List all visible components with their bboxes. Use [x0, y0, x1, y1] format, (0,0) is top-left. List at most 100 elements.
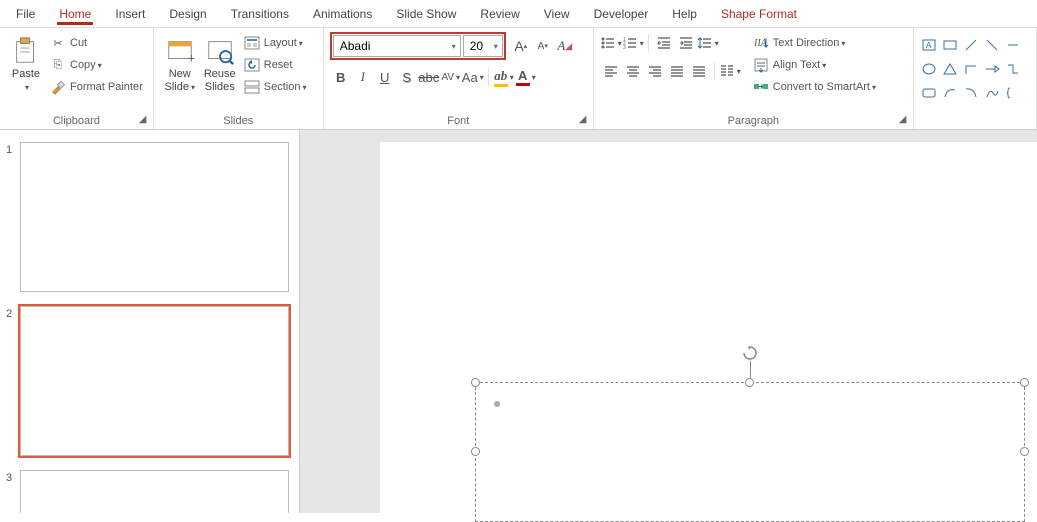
shape-triangle[interactable] — [941, 58, 959, 80]
resize-handle-w[interactable] — [471, 447, 480, 456]
tab-insert[interactable]: Insert — [103, 0, 157, 28]
new-slide-button[interactable]: + New Slide▾ — [160, 32, 200, 96]
slide-thumb-2[interactable]: 2 — [0, 304, 299, 468]
group-label-slides: Slides — [160, 113, 317, 129]
increase-indent-button[interactable] — [675, 32, 697, 54]
shape-curve2[interactable] — [962, 82, 980, 104]
section-icon — [244, 79, 260, 95]
thumbnail-pane[interactable]: 1 2 3 — [0, 130, 300, 513]
align-text-button[interactable]: Align Text▾ — [749, 54, 880, 76]
copy-button[interactable]: ⎘ Copy▾ — [46, 54, 147, 76]
slide-canvas[interactable] — [380, 142, 1037, 513]
group-slides: + New Slide▾ Reuse Slides Layout▾ Reset — [154, 28, 324, 129]
slide-thumb-3[interactable]: 3 — [0, 468, 299, 513]
underline-button[interactable]: U — [374, 66, 396, 88]
slide-canvas-area[interactable] — [300, 130, 1037, 513]
bullets-button[interactable]: ▾ — [600, 32, 622, 54]
copy-label: Copy — [70, 59, 96, 71]
shape-line2[interactable] — [983, 34, 1001, 56]
group-label-paragraph: Paragraph — [600, 113, 907, 129]
numbering-button[interactable]: 123▾ — [622, 32, 644, 54]
shape-freeform[interactable] — [983, 82, 1001, 104]
font-size-input[interactable] — [468, 38, 494, 54]
paste-label: Paste — [12, 68, 40, 80]
shape-line[interactable] — [962, 34, 980, 56]
selected-textbox[interactable] — [475, 382, 1025, 522]
svg-text:IIA: IIA — [753, 38, 768, 49]
tab-help[interactable]: Help — [660, 0, 709, 28]
group-label-clipboard: Clipboard — [6, 113, 147, 129]
shape-rect[interactable] — [941, 34, 959, 56]
reset-button[interactable]: Reset — [240, 54, 311, 76]
tab-animations[interactable]: Animations — [301, 0, 384, 28]
shape-oval[interactable] — [920, 58, 938, 80]
paste-button[interactable]: Paste▾ — [6, 32, 46, 96]
character-spacing-button[interactable]: AV▾ — [440, 66, 462, 88]
shape-line3[interactable] — [1004, 34, 1022, 56]
shape-roundrect[interactable] — [920, 82, 938, 104]
text-direction-button[interactable]: IIA Text Direction▾ — [749, 32, 880, 54]
shape-arrow[interactable] — [983, 58, 1001, 80]
increase-font-button[interactable]: A▴ — [510, 35, 532, 57]
decrease-indent-button[interactable] — [653, 32, 675, 54]
reuse-slides-button[interactable]: Reuse Slides — [200, 32, 240, 96]
group-clipboard: Paste▾ ✂ Cut ⎘ Copy▾ Format Painter Clip… — [0, 28, 154, 129]
chevron-down-icon: ▾ — [98, 61, 102, 70]
format-painter-button[interactable]: Format Painter — [46, 76, 147, 98]
tab-shape-format[interactable]: Shape Format — [709, 0, 809, 28]
change-case-button[interactable]: Aa▾ — [462, 66, 484, 88]
font-dialog-launcher[interactable]: ◢ — [579, 114, 591, 126]
group-paragraph: ▾ 123▾ ▾ ▾ — [594, 28, 914, 129]
font-name-combo[interactable]: ▾ — [333, 35, 461, 57]
resize-handle-n[interactable] — [745, 378, 754, 387]
resize-handle-ne[interactable] — [1020, 378, 1029, 387]
section-button[interactable]: Section▾ — [240, 76, 311, 98]
justify-button[interactable] — [666, 60, 688, 82]
tab-design[interactable]: Design — [157, 0, 218, 28]
paragraph-dialog-launcher[interactable]: ◢ — [899, 114, 911, 126]
reuse-slides-icon — [205, 36, 235, 66]
chevron-down-icon[interactable]: ▾ — [494, 42, 498, 51]
slide-thumb-1[interactable]: 1 — [0, 140, 299, 304]
shape-textbox[interactable]: A — [920, 34, 938, 56]
align-left-button[interactable] — [600, 60, 622, 82]
clear-formatting-button[interactable]: A◢ — [554, 35, 576, 57]
text-shadow-button[interactable]: S — [396, 66, 418, 88]
align-center-button[interactable] — [622, 60, 644, 82]
shape-brace[interactable] — [1004, 82, 1022, 104]
decrease-font-button[interactable]: A▾ — [532, 35, 554, 57]
distributed-button[interactable] — [688, 60, 710, 82]
slide-preview — [20, 470, 289, 513]
align-right-button[interactable] — [644, 60, 666, 82]
font-name-input[interactable] — [338, 38, 452, 54]
italic-button[interactable]: I — [352, 66, 374, 88]
resize-handle-e[interactable] — [1020, 447, 1029, 456]
rotate-handle[interactable] — [742, 345, 758, 361]
font-color-button[interactable]: A▾ — [515, 66, 537, 88]
tab-developer[interactable]: Developer — [582, 0, 661, 28]
resize-handle-nw[interactable] — [471, 378, 480, 387]
tab-file[interactable]: File — [4, 0, 47, 28]
columns-button[interactable]: ▾ — [719, 60, 741, 82]
svg-text:A: A — [926, 41, 932, 50]
clipboard-dialog-launcher[interactable]: ◢ — [139, 114, 151, 126]
font-highlight-box: ▾ ▾ — [330, 32, 506, 60]
convert-smartart-button[interactable]: Convert to SmartArt▾ — [749, 76, 880, 98]
strikethrough-button[interactable]: abc — [418, 66, 440, 88]
tab-home[interactable]: Home — [47, 0, 103, 28]
highlight-color-button[interactable]: ab▾ — [493, 66, 515, 88]
shape-curve[interactable] — [941, 82, 959, 104]
tab-view[interactable]: View — [532, 0, 582, 28]
tab-review[interactable]: Review — [468, 0, 531, 28]
shape-elbow[interactable] — [962, 58, 980, 80]
shape-connector[interactable] — [1004, 58, 1022, 80]
chevron-down-icon[interactable]: ▾ — [452, 42, 456, 51]
layout-button[interactable]: Layout▾ — [240, 32, 311, 54]
tab-slideshow[interactable]: Slide Show — [384, 0, 468, 28]
line-spacing-button[interactable]: ▾ — [697, 32, 719, 54]
bold-button[interactable]: B — [330, 66, 352, 88]
cut-button[interactable]: ✂ Cut — [46, 32, 147, 54]
group-drawing: A — [914, 28, 1037, 129]
font-size-combo[interactable]: ▾ — [463, 35, 503, 57]
tab-transitions[interactable]: Transitions — [219, 0, 301, 28]
